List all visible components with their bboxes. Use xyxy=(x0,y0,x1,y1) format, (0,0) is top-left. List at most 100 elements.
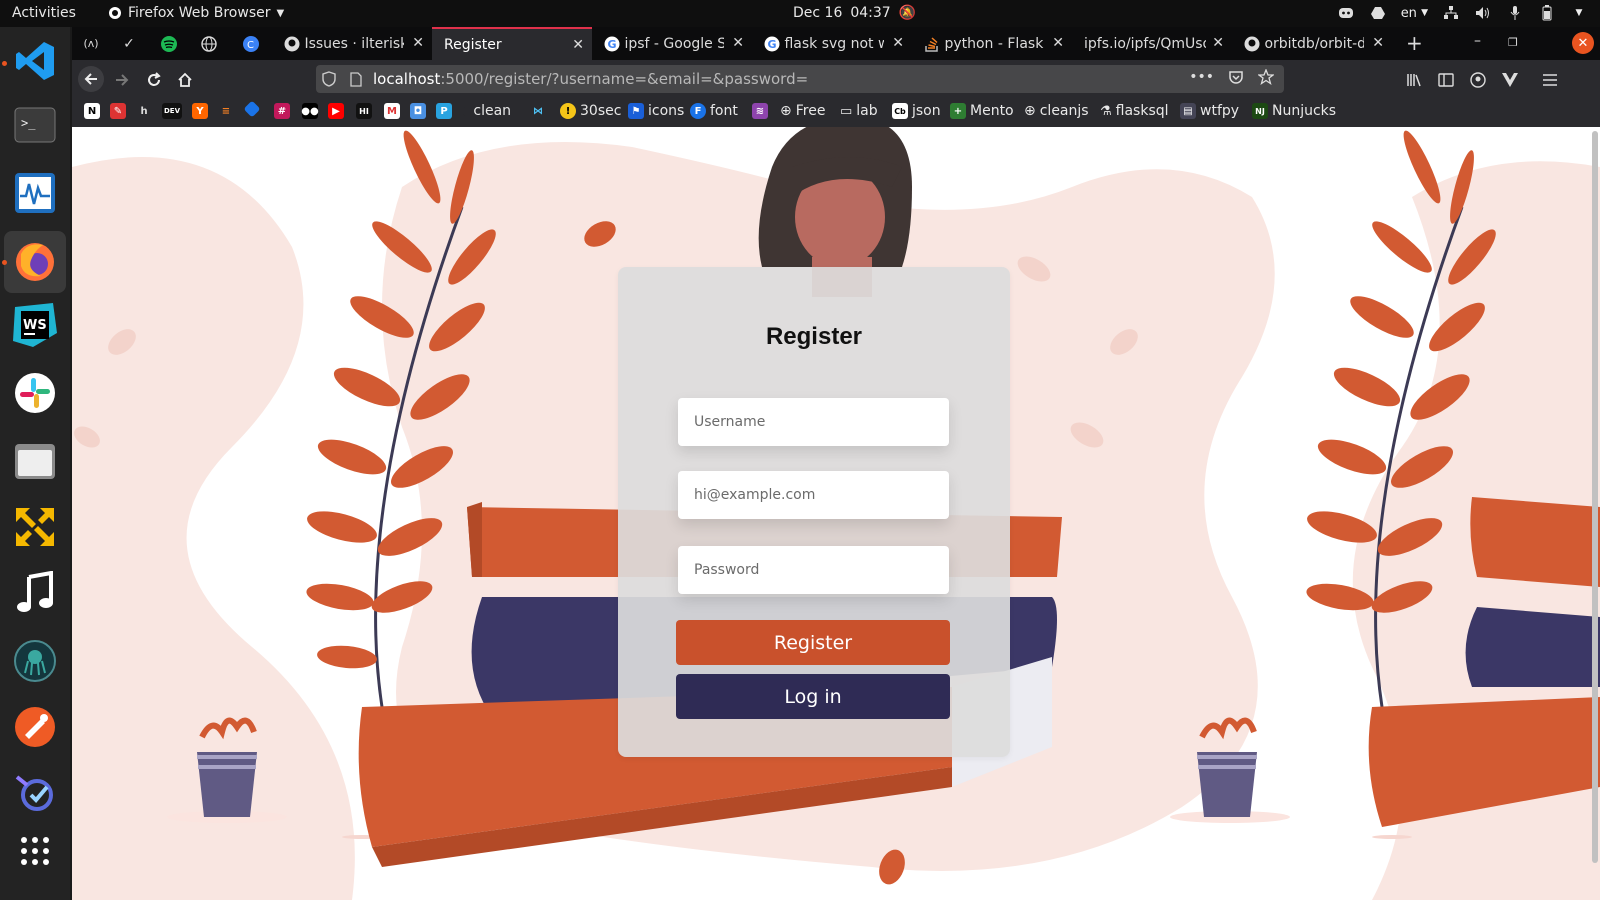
close-tab-icon[interactable]: ✕ xyxy=(412,35,424,51)
close-tab-icon[interactable]: ✕ xyxy=(1212,35,1224,51)
dock-terminal[interactable]: >_ xyxy=(11,101,59,149)
bookmark-cgroup[interactable]: ⋈ xyxy=(530,103,546,119)
url-bar[interactable]: localhost:5000/register/?username=&email… xyxy=(316,65,1284,93)
tab-ipfs[interactable]: ipfs.io/ipfs/QmUso ✕ xyxy=(1072,27,1232,60)
battery-icon[interactable] xyxy=(1538,4,1556,22)
reload-button[interactable] xyxy=(142,68,166,92)
close-window-button[interactable]: ✕ xyxy=(1572,32,1594,54)
page-scrollbar[interactable] xyxy=(1592,131,1598,863)
close-tab-icon[interactable]: ✕ xyxy=(1052,35,1064,51)
tab-register[interactable]: Register ✕ xyxy=(432,27,592,60)
pinned-tab-globe[interactable] xyxy=(190,27,228,60)
bookmark-gmail[interactable]: M xyxy=(384,103,400,119)
bookmark-font[interactable]: Ffont xyxy=(690,103,738,119)
bookmark-flasksql[interactable]: ⚗ flasksql xyxy=(1100,103,1169,119)
home-button[interactable] xyxy=(173,68,197,92)
tab-issues[interactable]: Issues · ilteriske ✕ xyxy=(272,27,432,60)
forward-button[interactable] xyxy=(110,68,134,92)
bookmark-13[interactable]: ◘ xyxy=(410,103,426,119)
svg-text:G: G xyxy=(608,38,617,51)
dock-files[interactable] xyxy=(11,437,59,485)
bookmark-free[interactable]: ⊕ Free xyxy=(780,103,825,119)
bookmark-dev[interactable]: DEV xyxy=(162,103,182,119)
bookmark-cleanjs[interactable]: ⊕ cleanjs xyxy=(1024,103,1089,119)
email-input[interactable] xyxy=(678,471,949,519)
bookmark-7[interactable] xyxy=(243,100,261,118)
bookmark-clean[interactable]: ◖ clean xyxy=(462,103,511,119)
clock[interactable]: Dec 16 04:37 🔕 xyxy=(793,5,916,21)
close-tab-icon[interactable]: ✕ xyxy=(1372,35,1384,51)
pinned-tab-2[interactable]: ✓ xyxy=(110,27,148,60)
network-icon[interactable] xyxy=(1442,4,1460,22)
app-menu[interactable]: Firefox Web Browser ▼ xyxy=(108,5,284,21)
pinned-tab-spotify[interactable] xyxy=(150,27,188,60)
bookmark-30sec[interactable]: ! 30sec xyxy=(560,103,621,119)
pocket-icon[interactable] xyxy=(1228,69,1244,85)
dock-firefox[interactable] xyxy=(4,231,66,293)
tab-flask-svg[interactable]: G flask svg not wo ✕ xyxy=(752,27,912,60)
library-button[interactable] xyxy=(1402,68,1426,92)
bookmark-notion[interactable]: N xyxy=(84,103,100,119)
activities-button[interactable]: Activities xyxy=(12,5,76,21)
svg-text:C: C xyxy=(247,40,254,51)
volume-icon[interactable] xyxy=(1474,4,1492,22)
bookmark-json[interactable]: Cb json xyxy=(892,103,941,119)
dock-slack[interactable] xyxy=(11,369,59,417)
discord-icon[interactable] xyxy=(1337,4,1355,22)
dock-gitkraken[interactable] xyxy=(11,637,59,685)
bookmark-lab[interactable]: ▭ lab xyxy=(840,103,878,119)
bookmark-14[interactable]: P xyxy=(436,103,452,119)
bookmark-wtfpy[interactable]: ▤ wtfpy xyxy=(1180,103,1239,119)
dock-webstorm[interactable]: WS xyxy=(11,301,59,349)
close-tab-icon[interactable]: ✕ xyxy=(572,37,584,53)
bookmark-11[interactable]: HI xyxy=(356,103,372,119)
bookmark-hn[interactable]: Y xyxy=(192,103,208,119)
dock-show-applications[interactable] xyxy=(11,827,59,875)
dock-vscode[interactable] xyxy=(11,37,59,85)
close-tab-icon[interactable]: ✕ xyxy=(892,35,904,51)
bookmark-icons[interactable]: ⚑ icons xyxy=(628,103,684,119)
dock-timeshift[interactable] xyxy=(11,769,59,817)
dock-postman[interactable] xyxy=(11,703,59,751)
microphone-icon[interactable] xyxy=(1506,4,1524,22)
tab-python-flask[interactable]: python - Flask a ✕ xyxy=(912,27,1072,60)
github-icon xyxy=(284,36,300,51)
register-button[interactable]: Register xyxy=(676,620,950,665)
login-button[interactable]: Log in xyxy=(676,674,950,719)
bookmark-2[interactable]: ✎ xyxy=(110,103,126,119)
tab-ipsf-google[interactable]: G ipsf - Google Se ✕ xyxy=(592,27,752,60)
bookmark-nunjucks[interactable]: NJ Nunjucks xyxy=(1252,103,1336,119)
sidebar-button[interactable] xyxy=(1434,68,1458,92)
pinned-tab-c[interactable]: C xyxy=(232,27,270,60)
tab-title: ipsf - Google Se xyxy=(624,35,725,52)
vue-devtools-button[interactable] xyxy=(1498,68,1522,92)
drive-icon[interactable] xyxy=(1369,4,1387,22)
password-input[interactable] xyxy=(678,546,949,594)
tab-orbitdb[interactable]: orbitdb/orbit-d ✕ xyxy=(1232,27,1392,60)
bookmark-youtube[interactable]: ▶ xyxy=(328,103,344,119)
more-actions-icon[interactable]: ••• xyxy=(1189,69,1214,85)
language-indicator[interactable]: en ▼ xyxy=(1401,4,1428,22)
account-button[interactable] xyxy=(1466,68,1490,92)
new-tab-button[interactable]: + xyxy=(1406,31,1423,55)
dock-music[interactable] xyxy=(11,569,59,617)
username-input[interactable] xyxy=(678,398,949,446)
restore-button[interactable]: ❐ xyxy=(1508,36,1518,49)
bookmark-mento[interactable]: + Mento xyxy=(950,103,1014,119)
minimize-button[interactable]: – xyxy=(1474,33,1481,49)
sidebar-icon xyxy=(1438,73,1454,87)
bookmark-3[interactable]: h xyxy=(136,103,152,119)
menu-button[interactable] xyxy=(1538,68,1562,92)
bookmark-8[interactable]: # xyxy=(274,103,290,119)
pinned-tab-1[interactable]: (ʌ) xyxy=(72,27,110,60)
camera-icon: ◘ xyxy=(410,103,426,119)
bookmark-so[interactable]: ≡ xyxy=(218,103,234,119)
bookmark-layers[interactable]: ≋ xyxy=(752,103,768,119)
bookmark-medium[interactable]: ●● xyxy=(301,103,319,119)
dock-diffuse[interactable] xyxy=(11,503,59,551)
system-menu-caret-icon[interactable]: ▼ xyxy=(1570,4,1588,22)
close-tab-icon[interactable]: ✕ xyxy=(732,35,744,51)
dock-system-monitor[interactable] xyxy=(11,169,59,217)
back-button[interactable] xyxy=(78,66,104,92)
star-icon[interactable] xyxy=(1258,69,1274,85)
